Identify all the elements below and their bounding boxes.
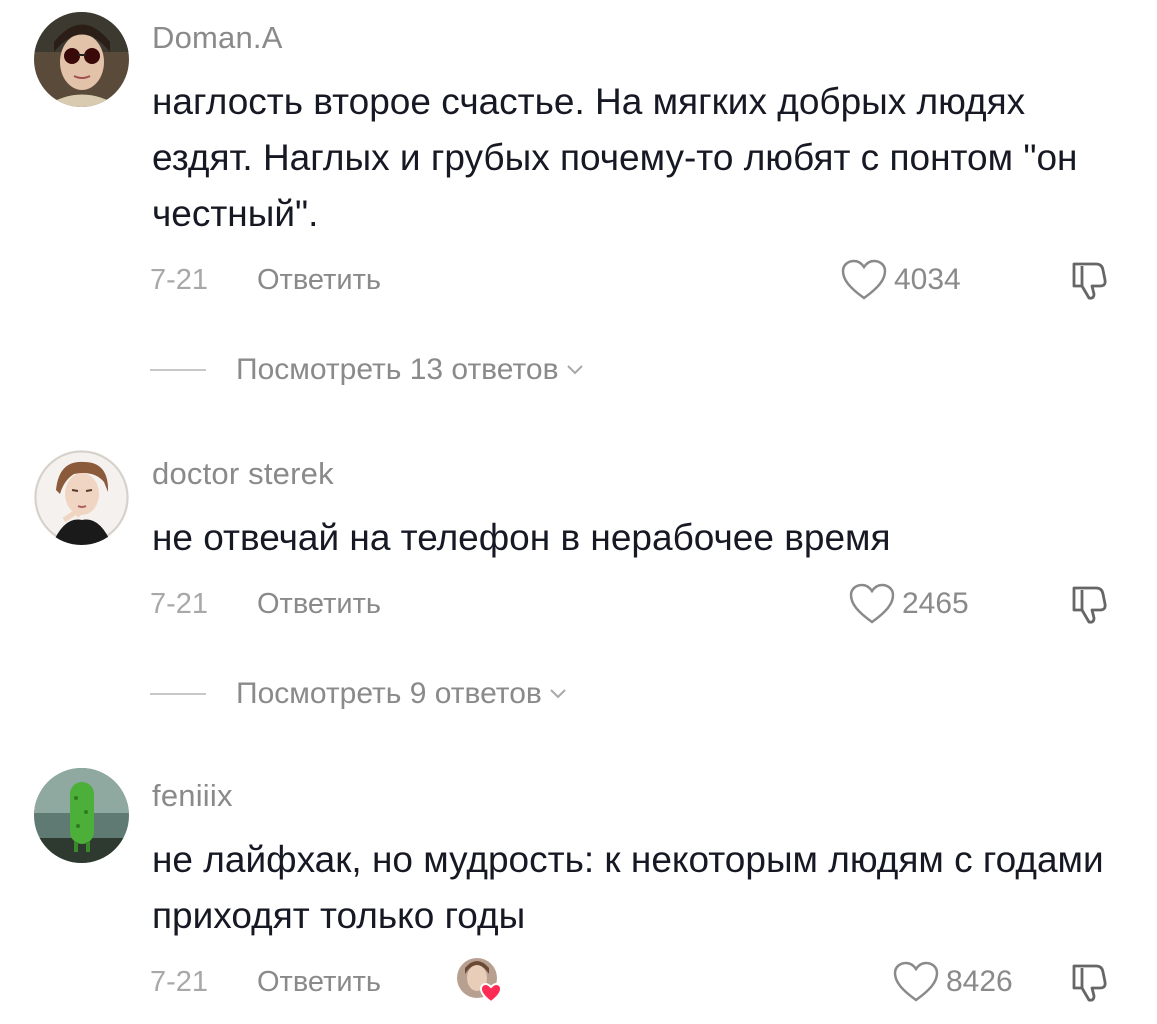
- view-replies-label: Посмотреть 9 ответов: [236, 677, 542, 710]
- comment-text: не отвечай на телефон в нерабочее время: [152, 517, 891, 558]
- reply-button[interactable]: Ответить: [257, 588, 381, 621]
- username[interactable]: feniiix: [152, 778, 233, 814]
- avatar[interactable]: [34, 12, 129, 107]
- heart-icon: [849, 583, 895, 624]
- chevron-down-icon: [550, 689, 566, 699]
- avatar[interactable]: [34, 450, 129, 545]
- divider: [150, 369, 206, 371]
- comment-meta: 7-21 Ответить 8426: [0, 958, 1157, 1006]
- dislike-button[interactable]: [1068, 580, 1114, 631]
- view-replies-label: Посмотреть 13 ответов: [236, 353, 559, 386]
- thumbs-down-icon: [1072, 586, 1107, 624]
- view-replies-button[interactable]: Посмотреть 9 ответов: [150, 674, 568, 714]
- like-count: 8426: [946, 965, 1013, 998]
- comment-date: 7-21: [150, 588, 209, 620]
- comment-date: 7-21: [150, 966, 209, 998]
- username[interactable]: doctor sterek: [152, 456, 334, 492]
- creator-liked-badge: [455, 956, 505, 1006]
- divider: [150, 693, 206, 695]
- comment-meta: 7-21 Ответить 2465: [0, 583, 1157, 628]
- reply-button[interactable]: Ответить: [257, 264, 381, 297]
- dislike-button[interactable]: [1068, 958, 1114, 1009]
- username[interactable]: Doman.A: [152, 20, 283, 56]
- reply-button[interactable]: Ответить: [257, 966, 381, 999]
- comment-date: 7-21: [150, 264, 209, 296]
- view-replies-button[interactable]: Посмотреть 13 ответов: [150, 350, 585, 390]
- thumbs-down-icon: [1072, 262, 1107, 300]
- thumbs-down-icon: [1072, 964, 1107, 1002]
- comment-meta: 7-21 Ответить 4034: [0, 259, 1157, 304]
- chevron-down-icon: [566, 365, 583, 375]
- like-count: 4034: [894, 263, 961, 296]
- comment-text: не лайфхак, но мудрость: к некоторым люд…: [152, 839, 1104, 936]
- avatar-drawn-character-icon: [34, 450, 129, 545]
- dislike-button[interactable]: [1068, 256, 1114, 307]
- heart-icon: [893, 961, 939, 1002]
- like-button[interactable]: 2465: [848, 582, 969, 626]
- avatar-sunglasses-icon: [34, 12, 129, 107]
- comment-text: наглость второе счастье. На мягких добры…: [152, 81, 1078, 234]
- like-button[interactable]: 8426: [892, 960, 1013, 1004]
- like-count: 2465: [902, 587, 969, 620]
- creator-avatar-heart-icon: [457, 958, 503, 1004]
- like-button[interactable]: 4034: [840, 258, 961, 302]
- avatar[interactable]: [34, 768, 129, 863]
- heart-icon: [841, 259, 887, 300]
- avatar-cucumber-icon: [34, 768, 129, 863]
